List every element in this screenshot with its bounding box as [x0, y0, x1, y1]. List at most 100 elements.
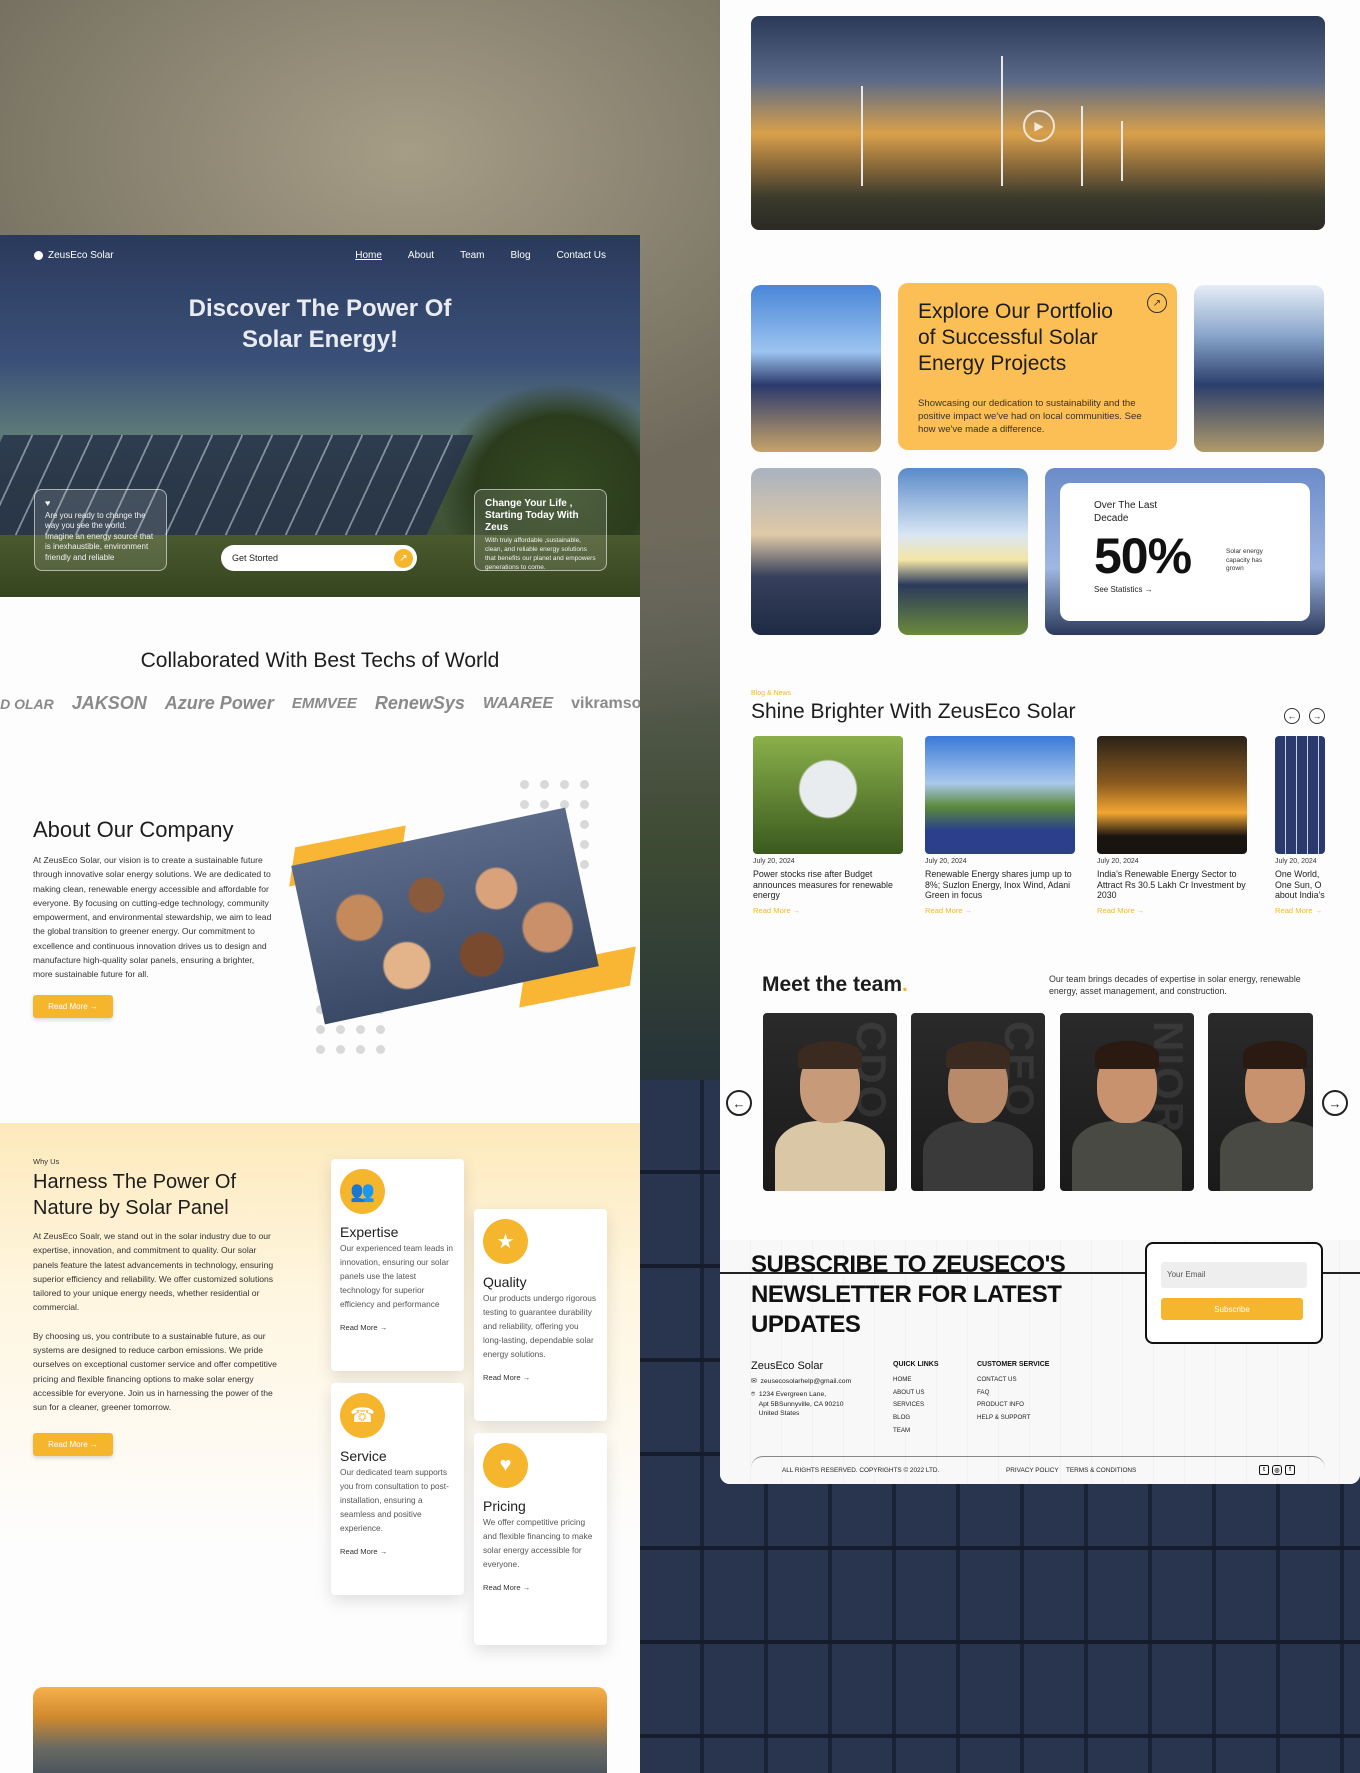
- feature-card-title: Expertise: [340, 1224, 399, 1240]
- team-member-body: [1220, 1121, 1313, 1191]
- footer-link-help[interactable]: HELP & SUPPORT: [977, 1412, 1049, 1425]
- hero-right-card: Change Your Life , Starting Today With Z…: [474, 489, 607, 571]
- play-icon[interactable]: ▶: [1023, 110, 1055, 142]
- stat-card: Over The Last Decade 50% Solar energy ca…: [1060, 483, 1310, 621]
- footer-address-line: Apt 5BSunnyville, CA 90210: [758, 1400, 844, 1408]
- partner-logo: vikramsolar: [571, 694, 640, 712]
- team-member-hair: [798, 1041, 862, 1069]
- footer-email-text: zeusecosolarhelp@gmail.com: [760, 1378, 852, 1385]
- blog-post-link[interactable]: Read More →: [1275, 906, 1325, 915]
- privacy-policy-link[interactable]: PRIVACY POLICY: [1006, 1467, 1059, 1474]
- team-title-dot: .: [902, 973, 908, 996]
- partner-logo: JAKSON: [71, 693, 147, 713]
- navbar: ZeusEco Solar Home About Team Blog Conta…: [34, 245, 606, 265]
- arrow-up-right-icon[interactable]: ↗: [1147, 293, 1167, 313]
- footer-link-blog[interactable]: BLOG: [893, 1412, 939, 1425]
- quick-links-heading: QUICK LINKS: [893, 1361, 939, 1368]
- support-icon: ☎: [340, 1393, 385, 1438]
- get-started-button[interactable]: Get Storted ↗: [221, 545, 417, 571]
- blog-post[interactable]: July 20, 2024 One World, One Sun, O abou…: [1275, 736, 1325, 915]
- bottom-banner-image: [33, 1687, 607, 1773]
- pricing-icon: ♥: [483, 1443, 528, 1488]
- subscribe-box: Your Email Subscribe: [1145, 1242, 1323, 1344]
- page-left: ZeusEco Solar Home About Team Blog Conta…: [0, 235, 640, 1773]
- footer-link-contact[interactable]: CONTACT US: [977, 1374, 1049, 1387]
- feature-card-link[interactable]: Read More →: [340, 1547, 455, 1556]
- nav-home[interactable]: Home: [355, 250, 382, 261]
- subscribe-button[interactable]: Subscribe: [1161, 1298, 1303, 1320]
- team-next-icon[interactable]: →: [1322, 1090, 1348, 1116]
- nav-contact[interactable]: Contact Us: [557, 250, 606, 261]
- team-member-card[interactable]: CDO: [763, 1013, 897, 1191]
- copyright-text: ALL RIGHTS RESERVED. COPYRIGHTS © 2022 L…: [782, 1467, 940, 1474]
- blog-post-title: India's Renewable Energy Sector to Attra…: [1097, 869, 1246, 900]
- team-member-card[interactable]: [1208, 1013, 1313, 1191]
- terms-link[interactable]: TERMS & CONDITIONS: [1066, 1467, 1136, 1474]
- team-prev-icon[interactable]: ←: [726, 1090, 752, 1116]
- feature-card-link[interactable]: Read More →: [483, 1373, 598, 1382]
- twitter-icon[interactable]: t: [1259, 1465, 1269, 1475]
- footer-address-line: United States: [758, 1410, 800, 1417]
- team-title-text: Meet the team: [762, 973, 903, 996]
- about-read-more-button[interactable]: Read More →: [33, 995, 113, 1018]
- portfolio-image-engineers: [1194, 285, 1324, 452]
- footer-link-team[interactable]: TEAM: [893, 1425, 939, 1438]
- team-icon: 👥: [340, 1169, 385, 1214]
- brand-name: ZeusEco Solar: [48, 249, 114, 261]
- nav-team[interactable]: Team: [460, 250, 484, 261]
- feature-card-service[interactable]: ☎ Service Our dedicated team supports yo…: [331, 1383, 464, 1595]
- team-member-hair: [1243, 1041, 1307, 1069]
- feature-card-pricing[interactable]: ♥ Pricing We offer competitive pricing a…: [474, 1433, 607, 1645]
- team-member-hair: [1095, 1041, 1159, 1069]
- hero-left-card: ♥ Are you ready to change the way you se…: [34, 489, 167, 571]
- footer-link-faq[interactable]: FAQ: [977, 1387, 1049, 1400]
- nav-menu: Home About Team Blog Contact Us: [355, 250, 606, 261]
- partner-logo: Azure Power: [164, 693, 274, 713]
- portfolio-image-pylon: [751, 468, 881, 635]
- footer-link-services[interactable]: SERVICES: [893, 1399, 939, 1412]
- team-member-hair: [946, 1041, 1010, 1069]
- email-input[interactable]: Your Email: [1161, 1262, 1307, 1288]
- portfolio-card[interactable]: Explore Our Portfolio of Successful Sola…: [898, 283, 1177, 450]
- hero-title: Discover The Power Of Solar Energy!: [0, 293, 640, 355]
- blog-post-image: [753, 736, 903, 854]
- blog-post-link[interactable]: Read More →: [753, 906, 903, 915]
- facebook-icon[interactable]: f: [1285, 1465, 1295, 1475]
- blog-post-link[interactable]: Read More →: [1097, 906, 1247, 915]
- feature-card-quality[interactable]: ★ Quality Our products undergo rigorous …: [474, 1209, 607, 1421]
- why-title: Harness The Power Of Nature by Solar Pan…: [33, 1171, 237, 1219]
- why-read-more-button[interactable]: Read More →: [33, 1433, 113, 1456]
- team-member-card[interactable]: CEO: [911, 1013, 1045, 1191]
- team-desc: Our team brings decades of expertise in …: [1049, 974, 1301, 996]
- team-member-card[interactable]: NIOR: [1060, 1013, 1194, 1191]
- footer-email[interactable]: ✉ zeusecosolarhelp@gmail.com: [751, 1377, 851, 1387]
- nav-blog[interactable]: Blog: [511, 250, 531, 261]
- blog-post[interactable]: July 20, 2024 Power stocks rise after Bu…: [753, 736, 903, 915]
- feature-card-link[interactable]: Read More →: [483, 1583, 598, 1592]
- partner-logo: CD OLAR: [0, 695, 54, 712]
- footer-link-about[interactable]: ABOUT US: [893, 1387, 939, 1400]
- blog-post-link[interactable]: Read More →: [925, 906, 1075, 915]
- blog-post[interactable]: July 20, 2024 Renewable Energy shares ju…: [925, 736, 1075, 915]
- instagram-icon[interactable]: ◎: [1272, 1465, 1282, 1475]
- feature-card-title: Service: [340, 1448, 387, 1464]
- award-icon: ★: [483, 1219, 528, 1264]
- feature-card-link[interactable]: Read More →: [340, 1323, 455, 1332]
- blog-prev-icon[interactable]: ←: [1284, 708, 1300, 724]
- feature-card-title: Pricing: [483, 1498, 526, 1514]
- blog-next-icon[interactable]: →: [1309, 708, 1325, 724]
- blog-post[interactable]: July 20, 2024 India's Renewable Energy S…: [1097, 736, 1247, 915]
- hero-section: ZeusEco Solar Home About Team Blog Conta…: [0, 235, 640, 597]
- video-banner[interactable]: ▶: [751, 16, 1325, 230]
- nav-about[interactable]: About: [408, 250, 434, 261]
- brand-logo[interactable]: ZeusEco Solar: [34, 250, 114, 261]
- see-statistics-link[interactable]: See Statistics →: [1094, 585, 1276, 594]
- feature-card-expertise[interactable]: 👥 Expertise Our experienced team leads i…: [331, 1159, 464, 1371]
- stat-label: Over The Last Decade: [1094, 500, 1158, 524]
- portfolio-image-panels: [751, 285, 881, 452]
- footer-link-product-info[interactable]: PRODUCT INFO: [977, 1399, 1049, 1412]
- footer-link-home[interactable]: HOME: [893, 1374, 939, 1387]
- feature-card-text: Our experienced team leads in innovation…: [340, 1243, 453, 1309]
- feature-card-text: We offer competitive pricing and flexibl…: [483, 1517, 593, 1569]
- location-icon: ⌾: [751, 1391, 756, 1398]
